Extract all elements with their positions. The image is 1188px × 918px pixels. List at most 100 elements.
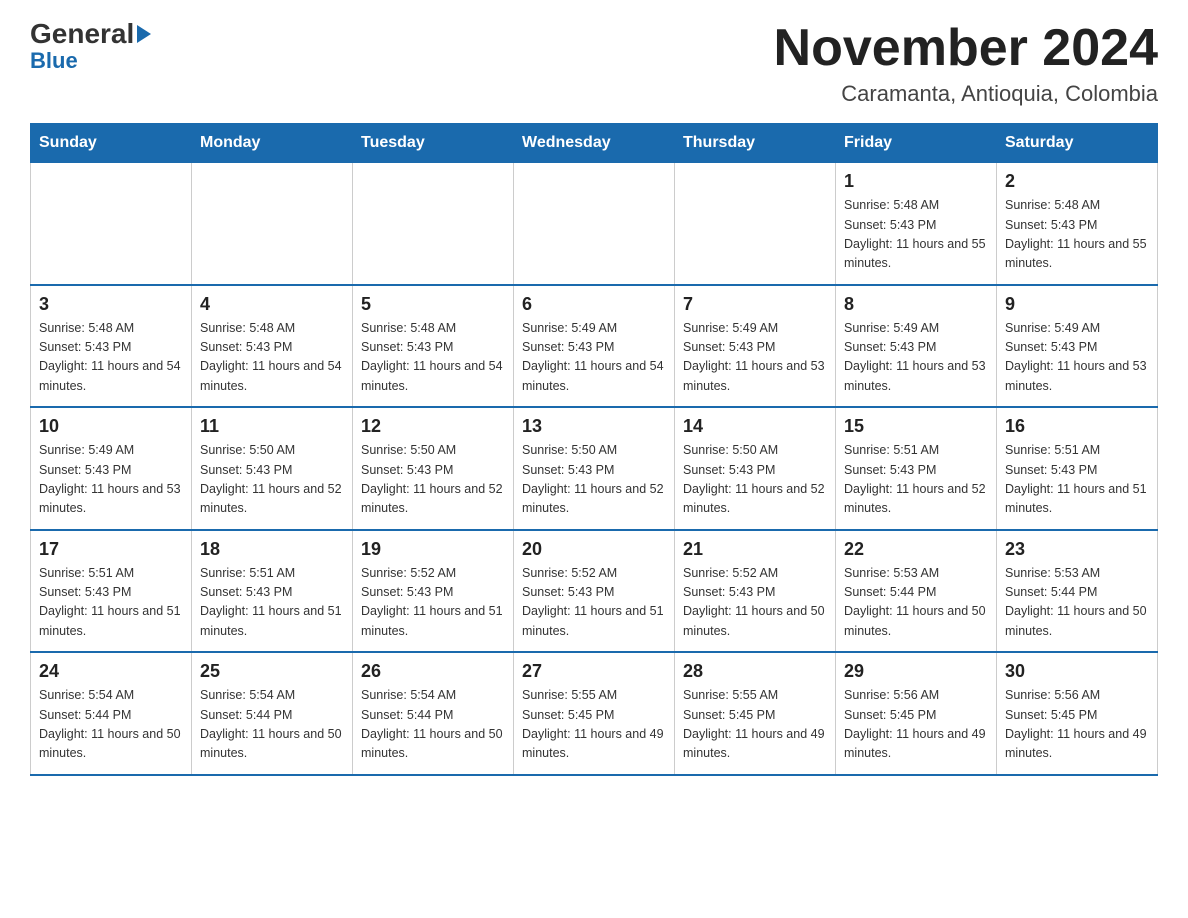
day-info: Sunrise: 5:56 AMSunset: 5:45 PMDaylight:… (844, 686, 988, 764)
header-thursday: Thursday (675, 124, 836, 163)
day-info: Sunrise: 5:51 AMSunset: 5:43 PMDaylight:… (39, 564, 183, 642)
calendar-cell: 7 Sunrise: 5:49 AMSunset: 5:43 PMDaylight… (675, 285, 836, 408)
day-info: Sunrise: 5:50 AMSunset: 5:43 PMDaylight:… (361, 441, 505, 519)
calendar-cell: 14 Sunrise: 5:50 AMSunset: 5:43 PMDayligh… (675, 407, 836, 530)
calendar-cell: 24 Sunrise: 5:54 AMSunset: 5:44 PMDayligh… (31, 652, 192, 775)
day-number: 6 (522, 294, 666, 315)
logo: General Blue (30, 20, 151, 74)
calendar-cell: 20 Sunrise: 5:52 AMSunset: 5:43 PMDayligh… (514, 530, 675, 653)
calendar-cell: 6 Sunrise: 5:49 AMSunset: 5:43 PMDaylight… (514, 285, 675, 408)
day-info: Sunrise: 5:51 AMSunset: 5:43 PMDaylight:… (200, 564, 344, 642)
day-info: Sunrise: 5:49 AMSunset: 5:43 PMDaylight:… (522, 319, 666, 397)
day-info: Sunrise: 5:53 AMSunset: 5:44 PMDaylight:… (1005, 564, 1149, 642)
calendar-cell (675, 163, 836, 285)
day-info: Sunrise: 5:52 AMSunset: 5:43 PMDaylight:… (522, 564, 666, 642)
calendar-cell (514, 163, 675, 285)
day-number: 28 (683, 661, 827, 682)
day-number: 15 (844, 416, 988, 437)
day-number: 9 (1005, 294, 1149, 315)
day-number: 13 (522, 416, 666, 437)
day-number: 22 (844, 539, 988, 560)
calendar-week-row: 3 Sunrise: 5:48 AMSunset: 5:43 PMDaylight… (31, 285, 1158, 408)
day-number: 1 (844, 171, 988, 192)
logo-blue-text: Blue (30, 48, 78, 74)
calendar-cell: 12 Sunrise: 5:50 AMSunset: 5:43 PMDayligh… (353, 407, 514, 530)
calendar-cell: 23 Sunrise: 5:53 AMSunset: 5:44 PMDayligh… (997, 530, 1158, 653)
day-number: 20 (522, 539, 666, 560)
day-number: 26 (361, 661, 505, 682)
day-number: 18 (200, 539, 344, 560)
calendar-cell: 15 Sunrise: 5:51 AMSunset: 5:43 PMDayligh… (836, 407, 997, 530)
day-info: Sunrise: 5:48 AMSunset: 5:43 PMDaylight:… (1005, 196, 1149, 274)
calendar-cell: 16Sunrise: 5:51 AMSunset: 5:43 PMDayligh… (997, 407, 1158, 530)
day-info: Sunrise: 5:50 AMSunset: 5:43 PMDaylight:… (683, 441, 827, 519)
calendar-cell: 10 Sunrise: 5:49 AMSunset: 5:43 PMDayligh… (31, 407, 192, 530)
calendar-cell: 22Sunrise: 5:53 AMSunset: 5:44 PMDayligh… (836, 530, 997, 653)
day-info: Sunrise: 5:49 AMSunset: 5:43 PMDaylight:… (1005, 319, 1149, 397)
logo-arrow-icon (137, 25, 151, 43)
day-info: Sunrise: 5:55 AMSunset: 5:45 PMDaylight:… (522, 686, 666, 764)
title-section: November 2024 Caramanta, Antioquia, Colo… (774, 20, 1158, 107)
day-info: Sunrise: 5:54 AMSunset: 5:44 PMDaylight:… (361, 686, 505, 764)
day-info: Sunrise: 5:50 AMSunset: 5:43 PMDaylight:… (522, 441, 666, 519)
calendar-cell: 9 Sunrise: 5:49 AMSunset: 5:43 PMDaylight… (997, 285, 1158, 408)
calendar-cell: 25 Sunrise: 5:54 AMSunset: 5:44 PMDayligh… (192, 652, 353, 775)
day-info: Sunrise: 5:52 AMSunset: 5:43 PMDaylight:… (683, 564, 827, 642)
day-info: Sunrise: 5:50 AMSunset: 5:43 PMDaylight:… (200, 441, 344, 519)
day-number: 27 (522, 661, 666, 682)
day-info: Sunrise: 5:48 AMSunset: 5:43 PMDaylight:… (361, 319, 505, 397)
calendar-cell: 29 Sunrise: 5:56 AMSunset: 5:45 PMDayligh… (836, 652, 997, 775)
calendar-cell: 19 Sunrise: 5:52 AMSunset: 5:43 PMDayligh… (353, 530, 514, 653)
calendar-subtitle: Caramanta, Antioquia, Colombia (774, 81, 1158, 107)
day-number: 12 (361, 416, 505, 437)
calendar-cell: 30 Sunrise: 5:56 AMSunset: 5:45 PMDayligh… (997, 652, 1158, 775)
day-number: 19 (361, 539, 505, 560)
day-info: Sunrise: 5:49 AMSunset: 5:43 PMDaylight:… (683, 319, 827, 397)
day-number: 14 (683, 416, 827, 437)
day-number: 24 (39, 661, 183, 682)
header-tuesday: Tuesday (353, 124, 514, 163)
day-number: 5 (361, 294, 505, 315)
calendar-cell (192, 163, 353, 285)
calendar-cell: 18 Sunrise: 5:51 AMSunset: 5:43 PMDayligh… (192, 530, 353, 653)
calendar-cell: 8Sunrise: 5:49 AMSunset: 5:43 PMDaylight… (836, 285, 997, 408)
calendar-cell (353, 163, 514, 285)
day-number: 7 (683, 294, 827, 315)
day-number: 4 (200, 294, 344, 315)
calendar-title: November 2024 (774, 20, 1158, 77)
day-number: 29 (844, 661, 988, 682)
days-header-row: Sunday Monday Tuesday Wednesday Thursday… (31, 124, 1158, 163)
calendar-week-row: 10 Sunrise: 5:49 AMSunset: 5:43 PMDayligh… (31, 407, 1158, 530)
calendar-cell (31, 163, 192, 285)
calendar-cell: 2 Sunrise: 5:48 AMSunset: 5:43 PMDaylight… (997, 163, 1158, 285)
day-info: Sunrise: 5:55 AMSunset: 5:45 PMDaylight:… (683, 686, 827, 764)
day-number: 10 (39, 416, 183, 437)
calendar-cell: 26 Sunrise: 5:54 AMSunset: 5:44 PMDayligh… (353, 652, 514, 775)
day-info: Sunrise: 5:56 AMSunset: 5:45 PMDaylight:… (1005, 686, 1149, 764)
day-number: 21 (683, 539, 827, 560)
page-header: General Blue November 2024 Caramanta, An… (30, 20, 1158, 107)
day-number: 3 (39, 294, 183, 315)
header-sunday: Sunday (31, 124, 192, 163)
header-friday: Friday (836, 124, 997, 163)
day-number: 11 (200, 416, 344, 437)
day-number: 23 (1005, 539, 1149, 560)
day-info: Sunrise: 5:54 AMSunset: 5:44 PMDaylight:… (200, 686, 344, 764)
day-number: 16 (1005, 416, 1149, 437)
day-number: 25 (200, 661, 344, 682)
calendar-cell: 13 Sunrise: 5:50 AMSunset: 5:43 PMDayligh… (514, 407, 675, 530)
day-number: 30 (1005, 661, 1149, 682)
day-info: Sunrise: 5:54 AMSunset: 5:44 PMDaylight:… (39, 686, 183, 764)
day-info: Sunrise: 5:51 AMSunset: 5:43 PMDaylight:… (844, 441, 988, 519)
calendar-week-row: 1 Sunrise: 5:48 AMSunset: 5:43 PMDaylight… (31, 163, 1158, 285)
calendar-week-row: 24 Sunrise: 5:54 AMSunset: 5:44 PMDayligh… (31, 652, 1158, 775)
calendar-cell: 4 Sunrise: 5:48 AMSunset: 5:43 PMDaylight… (192, 285, 353, 408)
logo-general-text: General (30, 20, 151, 48)
day-info: Sunrise: 5:52 AMSunset: 5:43 PMDaylight:… (361, 564, 505, 642)
day-number: 2 (1005, 171, 1149, 192)
day-info: Sunrise: 5:48 AMSunset: 5:43 PMDaylight:… (200, 319, 344, 397)
calendar-cell: 27 Sunrise: 5:55 AMSunset: 5:45 PMDayligh… (514, 652, 675, 775)
day-info: Sunrise: 5:49 AMSunset: 5:43 PMDaylight:… (39, 441, 183, 519)
calendar-cell: 21 Sunrise: 5:52 AMSunset: 5:43 PMDayligh… (675, 530, 836, 653)
day-info: Sunrise: 5:48 AMSunset: 5:43 PMDaylight:… (39, 319, 183, 397)
